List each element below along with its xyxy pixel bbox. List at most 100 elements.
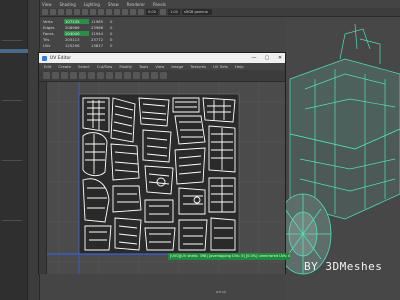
menu-edit[interactable]: Edit <box>44 64 51 69</box>
xray-icon[interactable] <box>106 9 112 15</box>
move-tool-icon[interactable] <box>52 72 59 79</box>
menu-uv-sets[interactable]: UV Sets <box>213 64 228 69</box>
viewport-toolbar: 0.00 1.00 sRGB gamma <box>40 8 400 17</box>
gamma-icon[interactable] <box>160 9 166 15</box>
menu-cut-sew[interactable]: Cut/Sew <box>97 64 113 69</box>
aa-icon[interactable] <box>130 9 136 15</box>
menu-panels[interactable]: Panels <box>153 2 166 7</box>
menu-lighting[interactable]: Lighting <box>84 2 100 7</box>
rotate-tool-icon[interactable] <box>61 72 68 79</box>
menu-view[interactable]: View <box>155 64 164 69</box>
hud-value: 208986 <box>65 25 80 31</box>
hud-row: UVs 125296 13817 0 <box>42 42 117 48</box>
menu-view[interactable]: View <box>42 2 52 7</box>
hud-value: 205113 <box>65 36 80 42</box>
exposure-field[interactable]: 0.00 <box>146 9 158 15</box>
menu-modify[interactable]: Modify <box>119 64 132 69</box>
close-button[interactable]: ✕ <box>275 53 285 63</box>
sidebar-divider <box>2 40 22 41</box>
sidebar-divider <box>2 100 22 101</box>
colorspace-dropdown[interactable]: sRGB gamma <box>182 9 212 15</box>
uv-status-bar: [UV0][UV shells: 398] [overlapping UVs: … <box>168 253 290 260</box>
scale-tool-icon[interactable] <box>70 72 77 79</box>
hud-value: 104040 <box>64 30 89 36</box>
menu-shading[interactable]: Shading <box>60 2 76 7</box>
hud-row: Edges 208986 23966 0 <box>42 25 117 31</box>
hud-uv: 0 <box>110 42 113 48</box>
poly-count-hud: Verts 107135 11985 0 Edges 208986 23966 … <box>42 19 117 48</box>
camera-label: persp <box>216 290 226 294</box>
shadows-icon[interactable] <box>98 9 104 15</box>
hud-uv: 0 <box>110 30 113 36</box>
hud-selected: 23966 <box>91 25 104 31</box>
menu-help[interactable]: Help <box>235 64 244 69</box>
menu-select[interactable]: Select <box>78 64 90 69</box>
wireframe-icon[interactable] <box>66 9 72 15</box>
menu-show[interactable]: Show <box>108 2 119 7</box>
window-title: UV Editor <box>50 55 72 61</box>
hud-selected: 23772 <box>91 36 104 42</box>
hud-uv: 0 <box>110 25 113 31</box>
snap-icon[interactable] <box>124 72 131 79</box>
uv-menu-bar: Edit Create Select Cut/Sew Modify Tools … <box>39 63 285 70</box>
shaded-uv-icon[interactable] <box>97 72 104 79</box>
grid-icon[interactable] <box>115 72 122 79</box>
menu-tools[interactable]: Tools <box>139 64 148 69</box>
distortion-icon[interactable] <box>106 72 113 79</box>
menu-textures[interactable]: Textures <box>190 64 206 69</box>
3d-viewport[interactable] <box>285 19 400 300</box>
texture-icon[interactable] <box>79 72 86 79</box>
checker-icon[interactable] <box>88 72 95 79</box>
hud-label: Tris <box>43 36 50 42</box>
viewport-panel-menu: View Shading Lighting Show Renderer Pane… <box>40 0 400 8</box>
minimize-button[interactable]: — <box>249 53 259 63</box>
lights-icon[interactable] <box>90 9 96 15</box>
maya-workspace: View Shading Lighting Show Renderer Pane… <box>0 0 400 300</box>
menu-renderer[interactable]: Renderer <box>127 2 145 7</box>
smooth-shade-icon[interactable] <box>74 9 80 15</box>
vehicle-wireframe-model <box>285 23 400 275</box>
hud-label: Faces <box>43 30 54 36</box>
watermark: BY 3DMeshes <box>304 260 383 273</box>
select-tool-icon[interactable] <box>43 72 50 79</box>
ao-icon[interactable] <box>122 9 128 15</box>
window-titlebar[interactable]: UV Editor — ▢ ✕ <box>39 53 285 63</box>
hud-selected: 13817 <box>91 42 104 48</box>
frame-selection-icon[interactable] <box>142 72 149 79</box>
frame-all-icon[interactable] <box>133 72 140 79</box>
menu-image[interactable]: Image <box>171 64 183 69</box>
hud-row: Tris 205113 23772 0 <box>42 36 117 42</box>
sidebar-divider <box>2 160 22 161</box>
image-range-icon[interactable] <box>151 72 158 79</box>
uv-layout <box>39 82 285 274</box>
grid-icon[interactable] <box>58 9 64 15</box>
hud-value: 107135 <box>64 19 89 25</box>
camera-icon[interactable] <box>42 9 48 15</box>
isolate-icon[interactable] <box>114 9 120 15</box>
maximize-button[interactable]: ▢ <box>262 53 272 63</box>
sidebar-selected-row[interactable] <box>0 49 28 53</box>
hud-label: UVs <box>43 42 51 48</box>
hud-label: Verts <box>43 19 53 25</box>
textured-icon[interactable] <box>82 9 88 15</box>
gamma-field[interactable]: 1.00 <box>168 9 180 15</box>
hud-row: Verts 107135 11985 0 <box>42 19 117 25</box>
bookmark-icon[interactable] <box>50 9 56 15</box>
uv-toolkit-icon[interactable] <box>160 72 167 79</box>
hud-selected: 11944 <box>91 30 104 36</box>
dof-icon[interactable] <box>138 9 144 15</box>
hud-row: Faces 104040 11944 0 <box>42 30 117 37</box>
hud-uv: 0 <box>110 36 113 42</box>
uv-editor-window: UV Editor — ▢ ✕ Edit Create Select Cut/S… <box>38 52 286 274</box>
uv-canvas[interactable] <box>39 82 285 274</box>
left-sidebar <box>0 0 28 300</box>
hud-uv: 0 <box>110 19 113 25</box>
uv-side-toolbar <box>39 82 47 274</box>
uv-editor-icon <box>42 55 47 61</box>
hud-value: 125296 <box>65 42 80 48</box>
hud-selected: 11985 <box>91 19 104 25</box>
hud-label: Edges <box>43 25 55 31</box>
uv-toolbar <box>39 70 285 82</box>
menu-create[interactable]: Create <box>58 64 71 69</box>
sidebar-divider <box>2 220 22 221</box>
